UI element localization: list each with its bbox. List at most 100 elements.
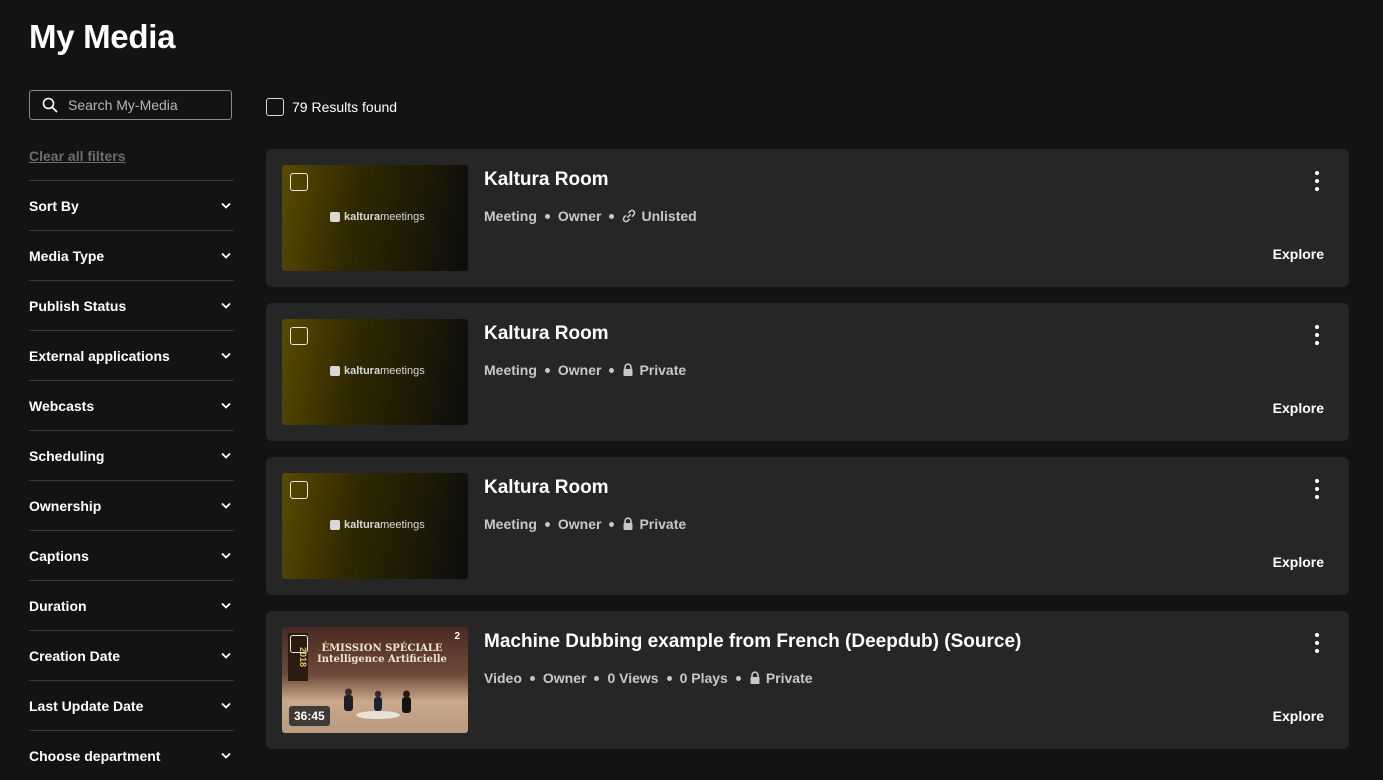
more-actions-icon[interactable] <box>1311 171 1323 191</box>
chevron-down-icon <box>221 452 231 459</box>
results-bar: 79 Results found <box>266 98 397 116</box>
filter-captions[interactable]: Captions <box>29 530 234 580</box>
visibility-label: Private <box>765 670 813 686</box>
chevron-down-icon <box>221 652 231 659</box>
separator-dot <box>529 675 535 681</box>
filter-label: Sort By <box>29 197 79 214</box>
media-role: Owner <box>557 516 602 532</box>
explore-button[interactable]: Explore <box>1273 708 1324 724</box>
lock-icon <box>623 517 633 530</box>
thumb-count: 2 <box>454 631 460 642</box>
media-role: Owner <box>542 670 587 686</box>
separator-dot <box>609 213 615 219</box>
separator-dot <box>544 367 550 373</box>
select-checkbox[interactable] <box>290 173 308 191</box>
search-box[interactable] <box>29 90 232 120</box>
explore-button[interactable]: Explore <box>1273 400 1324 416</box>
filter-ownership[interactable]: Ownership <box>29 480 234 530</box>
media-thumbnail[interactable]: kaltura meetings <box>282 473 468 579</box>
media-title-link[interactable]: Kaltura Room <box>484 477 609 499</box>
visibility-status: Private <box>749 670 813 686</box>
kaltura-meetings-logo: kaltura meetings <box>330 211 425 223</box>
filter-label: Creation Date <box>29 647 121 664</box>
search-icon <box>42 97 58 113</box>
kaltura-logo-icon <box>330 520 340 530</box>
kaltura-logo-icon <box>330 366 340 376</box>
media-thumbnail[interactable]: 2018 2 ÉMISSION SPÉCIALE Intelligence Ar… <box>282 627 468 733</box>
chevron-down-icon <box>221 402 231 409</box>
kaltura-meetings-logo: kaltura meetings <box>330 365 425 377</box>
media-card: 2018 2 ÉMISSION SPÉCIALE Intelligence Ar… <box>266 611 1349 749</box>
visibility-status: Private <box>622 362 686 378</box>
separator-dot <box>609 521 615 527</box>
results-count: 79 Results found <box>292 99 398 115</box>
more-actions-icon[interactable] <box>1311 633 1323 653</box>
filter-scheduling[interactable]: Scheduling <box>29 430 234 480</box>
clear-filters-link[interactable]: Clear all filters <box>29 148 126 164</box>
select-checkbox[interactable] <box>290 327 308 345</box>
media-title-link[interactable]: Kaltura Room <box>484 323 609 345</box>
logo-text: meetings <box>380 211 425 223</box>
separator-dot <box>544 213 550 219</box>
visibility-status: Unlisted <box>622 208 697 224</box>
filter-sort-by[interactable]: Sort By <box>29 180 234 230</box>
media-thumbnail[interactable]: kaltura meetings <box>282 165 468 271</box>
filter-label: Scheduling <box>29 447 105 464</box>
search-input[interactable] <box>66 96 230 114</box>
filter-label: Choose department <box>29 747 161 764</box>
filter-webcasts[interactable]: Webcasts <box>29 380 234 430</box>
filter-choose-department[interactable]: Choose department <box>29 730 234 780</box>
visibility-label: Private <box>639 516 687 532</box>
filter-creation-date[interactable]: Creation Date <box>29 630 234 680</box>
separator-dot <box>544 521 550 527</box>
filter-publish-status[interactable]: Publish Status <box>29 280 234 330</box>
filter-list: Sort By Media Type Publish Status Extern… <box>29 180 234 780</box>
filter-external-applications[interactable]: External applications <box>29 330 234 380</box>
visibility-label: Private <box>639 362 687 378</box>
kaltura-meetings-logo: kaltura meetings <box>330 519 425 531</box>
thumb-scene <box>344 688 411 719</box>
logo-text-bold: kaltura <box>344 519 381 531</box>
logo-text: meetings <box>380 365 425 377</box>
more-actions-icon[interactable] <box>1311 325 1323 345</box>
page-title: My Media <box>29 18 176 55</box>
media-thumbnail[interactable]: kaltura meetings <box>282 319 468 425</box>
select-all-checkbox[interactable] <box>266 98 284 116</box>
duration-badge: 36:45 <box>289 706 330 726</box>
media-card: kaltura meetings Kaltura Room Meeting Own… <box>266 457 1349 595</box>
media-title-link[interactable]: Machine Dubbing example from French (Dee… <box>484 631 1021 653</box>
logo-text-bold: kaltura <box>344 211 381 223</box>
separator-dot <box>735 675 741 681</box>
more-actions-icon[interactable] <box>1311 479 1323 499</box>
link-icon <box>623 209 636 223</box>
chevron-down-icon <box>221 702 231 709</box>
logo-text: meetings <box>380 519 425 531</box>
media-title-link[interactable]: Kaltura Room <box>484 169 609 191</box>
explore-button[interactable]: Explore <box>1273 246 1324 262</box>
explore-button[interactable]: Explore <box>1273 554 1324 570</box>
separator-dot <box>609 367 615 373</box>
chevron-down-icon <box>221 302 231 309</box>
filter-last-update-date[interactable]: Last Update Date <box>29 680 234 730</box>
media-meta: Video Owner 0 Views 0 Plays Private <box>484 670 813 686</box>
filter-label: External applications <box>29 347 170 364</box>
separator-dot <box>666 675 672 681</box>
visibility-label: Unlisted <box>641 208 697 224</box>
select-checkbox[interactable] <box>290 635 308 653</box>
media-type: Meeting <box>484 208 537 224</box>
media-card: kaltura meetings Kaltura Room Meeting Own… <box>266 149 1349 287</box>
media-meta: Meeting Owner Private <box>484 362 686 378</box>
media-role: Owner <box>557 208 602 224</box>
media-meta: Meeting Owner Private <box>484 516 686 532</box>
chevron-down-icon <box>221 752 231 759</box>
filter-duration[interactable]: Duration <box>29 580 234 630</box>
visibility-status: Private <box>622 516 686 532</box>
filter-label: Duration <box>29 597 87 614</box>
media-role: Owner <box>557 362 602 378</box>
filter-media-type[interactable]: Media Type <box>29 230 234 280</box>
chevron-down-icon <box>221 352 231 359</box>
media-type: Meeting <box>484 516 537 532</box>
select-checkbox[interactable] <box>290 481 308 499</box>
media-list: kaltura meetings Kaltura Room Meeting Own… <box>266 149 1349 765</box>
logo-text-bold: kaltura <box>344 365 381 377</box>
